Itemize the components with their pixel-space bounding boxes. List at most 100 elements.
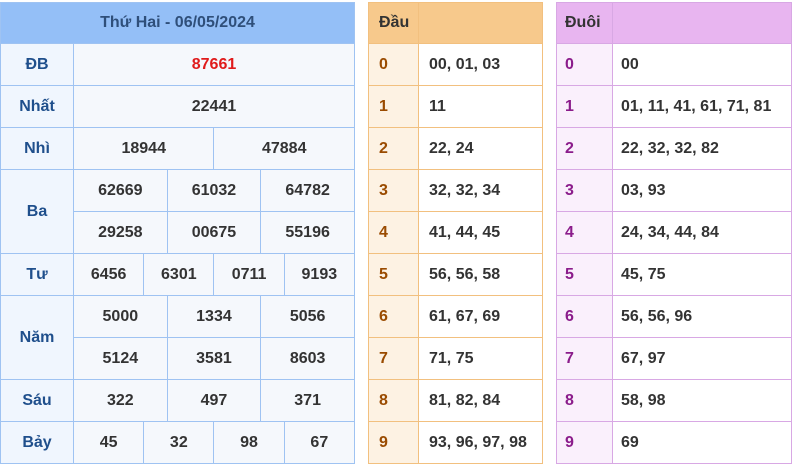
dau-values: 61, 67, 69 bbox=[418, 295, 543, 338]
prize-value-bay: 98 bbox=[213, 421, 285, 464]
dau-row: 3 32, 32, 34 bbox=[368, 169, 543, 212]
duoi-values: 01, 11, 41, 61, 71, 81 bbox=[612, 85, 792, 128]
prize-label-bay: Bảy bbox=[0, 421, 74, 464]
duoi-row: 5 45, 75 bbox=[556, 253, 792, 296]
duoi-values: 69 bbox=[612, 421, 792, 464]
duoi-values: 45, 75 bbox=[612, 253, 792, 296]
dau-row: 0 00, 01, 03 bbox=[368, 43, 543, 86]
dau-values: 56, 56, 58 bbox=[418, 253, 543, 296]
prize-row-ba: Ba 62669 61032 64782 bbox=[0, 169, 355, 254]
duoi-row: 9 69 bbox=[556, 421, 792, 464]
prize-value-bay: 32 bbox=[143, 421, 215, 464]
duoi-key: 0 bbox=[556, 43, 613, 86]
prize-value-nam: 5056 bbox=[260, 295, 355, 338]
prize-value-tu: 6456 bbox=[72, 253, 145, 296]
prize-value-tu: 6301 bbox=[143, 253, 215, 296]
duoi-values: 58, 98 bbox=[612, 379, 792, 422]
duoi-key: 7 bbox=[556, 337, 613, 380]
duoi-key: 8 bbox=[556, 379, 613, 422]
results-title: Thứ Hai - 06/05/2024 bbox=[0, 2, 355, 44]
dau-row: 4 41, 44, 45 bbox=[368, 211, 543, 254]
prize-value-nam: 3581 bbox=[166, 337, 262, 380]
prize-value-nam: 1334 bbox=[166, 295, 262, 338]
prize-label-sau: Sáu bbox=[0, 379, 74, 422]
dau-key: 7 bbox=[368, 337, 419, 380]
dau-row: 2 22, 24 bbox=[368, 127, 543, 170]
prize-value-nam: 5124 bbox=[73, 337, 168, 380]
dau-row: 6 61, 67, 69 bbox=[368, 295, 543, 338]
dau-values: 93, 96, 97, 98 bbox=[418, 421, 543, 464]
prize-value-sau: 497 bbox=[166, 379, 262, 422]
duoi-values: 22, 32, 32, 82 bbox=[612, 127, 792, 170]
prize-value-tu: 9193 bbox=[283, 253, 356, 296]
prize-value-nhi: 47884 bbox=[213, 127, 355, 170]
dau-key: 5 bbox=[368, 253, 419, 296]
duoi-row: 2 22, 32, 32, 82 bbox=[556, 127, 792, 170]
prize-value-ba: 61032 bbox=[166, 169, 262, 212]
results-table: Thứ Hai - 06/05/2024 ĐB 87661 Nhất 22441… bbox=[0, 2, 356, 464]
prize-value-db: 87661 bbox=[73, 43, 355, 86]
dau-row: 9 93, 96, 97, 98 bbox=[368, 421, 543, 464]
duoi-values: 00 bbox=[612, 43, 792, 86]
prize-value-ba: 62669 bbox=[73, 169, 168, 212]
prize-value-nhi: 18944 bbox=[72, 127, 215, 170]
prize-value-ba: 00675 bbox=[166, 211, 262, 254]
prize-value-ba: 55196 bbox=[260, 211, 355, 254]
duoi-values: 56, 56, 96 bbox=[612, 295, 792, 338]
duoi-key: 5 bbox=[556, 253, 613, 296]
prize-label-ba: Ba bbox=[0, 169, 74, 254]
prize-value-ba: 64782 bbox=[260, 169, 355, 212]
duoi-key: 6 bbox=[556, 295, 613, 338]
dau-key: 0 bbox=[368, 43, 419, 86]
dau-values: 32, 32, 34 bbox=[418, 169, 543, 212]
prize-row-nhat: Nhất 22441 bbox=[0, 85, 355, 128]
prize-value-bay: 67 bbox=[283, 421, 356, 464]
dau-key: 4 bbox=[368, 211, 419, 254]
prize-value-bay: 45 bbox=[72, 421, 145, 464]
dau-row: 5 56, 56, 58 bbox=[368, 253, 543, 296]
duoi-values: 03, 93 bbox=[612, 169, 792, 212]
dau-key: 9 bbox=[368, 421, 419, 464]
dau-key: 3 bbox=[368, 169, 419, 212]
dau-row: 8 81, 82, 84 bbox=[368, 379, 543, 422]
prize-label-nam: Năm bbox=[0, 295, 74, 380]
prize-label-nhi: Nhì bbox=[0, 127, 74, 170]
duoi-key: 9 bbox=[556, 421, 613, 464]
dau-table: Đầu 0 00, 01, 03 1 11 2 22, 24 3 32, 32, 34 … bbox=[368, 2, 543, 464]
dau-values: 11 bbox=[418, 85, 543, 128]
dau-values: 00, 01, 03 bbox=[418, 43, 543, 86]
duoi-table: Đuôi 0 00 1 01, 11, 41, 61, 71, 81 2 22, 32… bbox=[556, 2, 792, 464]
dau-key: 2 bbox=[368, 127, 419, 170]
dau-header: Đầu bbox=[368, 2, 419, 44]
dau-header-blank bbox=[418, 2, 543, 44]
dau-row: 7 71, 75 bbox=[368, 337, 543, 380]
prize-label-tu: Tư bbox=[0, 253, 74, 296]
dau-values: 71, 75 bbox=[418, 337, 543, 380]
prize-value-nam: 8603 bbox=[260, 337, 355, 380]
prize-label-nhat: Nhất bbox=[0, 85, 74, 128]
prize-value-ba: 29258 bbox=[73, 211, 168, 254]
prize-row-nhi: Nhì 18944 47884 bbox=[0, 127, 355, 170]
duoi-key: 2 bbox=[556, 127, 613, 170]
duoi-values: 24, 34, 44, 84 bbox=[612, 211, 792, 254]
prize-label-db: ĐB bbox=[0, 43, 74, 86]
dau-key: 8 bbox=[368, 379, 419, 422]
duoi-row: 1 01, 11, 41, 61, 71, 81 bbox=[556, 85, 792, 128]
dau-values: 81, 82, 84 bbox=[418, 379, 543, 422]
prize-value-tu: 0711 bbox=[213, 253, 285, 296]
duoi-row: 4 24, 34, 44, 84 bbox=[556, 211, 792, 254]
prize-row-sau: Sáu 322 497 371 bbox=[0, 379, 355, 422]
prize-row-db: ĐB 87661 bbox=[0, 43, 355, 86]
duoi-key: 3 bbox=[556, 169, 613, 212]
prize-value-sau: 371 bbox=[260, 379, 355, 422]
duoi-row: 0 00 bbox=[556, 43, 792, 86]
duoi-row: 3 03, 93 bbox=[556, 169, 792, 212]
dau-key: 1 bbox=[368, 85, 419, 128]
dau-key: 6 bbox=[368, 295, 419, 338]
dau-values: 41, 44, 45 bbox=[418, 211, 543, 254]
dau-row: 1 11 bbox=[368, 85, 543, 128]
duoi-row: 6 56, 56, 96 bbox=[556, 295, 792, 338]
prize-row-nam: Năm 5000 1334 5056 bbox=[0, 295, 355, 380]
duoi-header: Đuôi bbox=[556, 2, 613, 44]
prize-row-bay: Bảy 45 32 98 67 bbox=[0, 421, 356, 464]
